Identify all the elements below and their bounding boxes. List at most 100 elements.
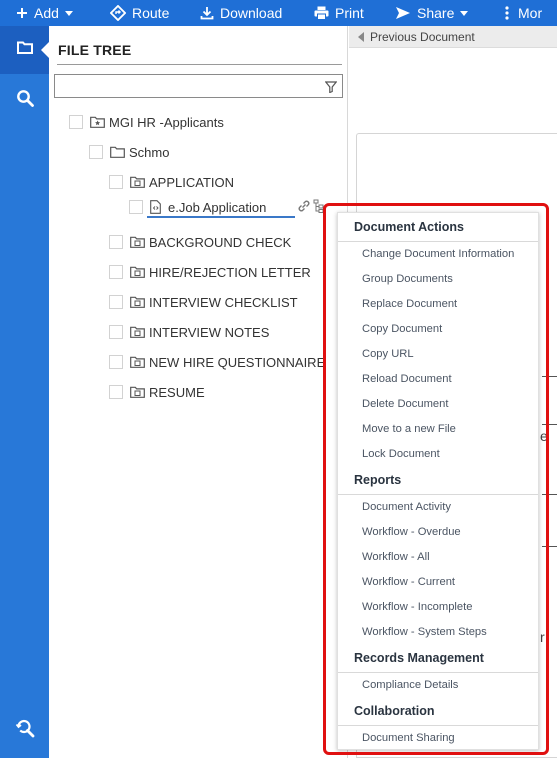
tree-node-interview-notes[interactable]: INTERVIEW NOTES — [109, 322, 269, 342]
section-divider — [338, 725, 538, 726]
section-divider — [338, 494, 538, 495]
menu-item-copy-document[interactable]: Copy Document — [362, 323, 442, 335]
menu-item-copy-url[interactable]: Copy URL — [362, 348, 414, 360]
document-icon — [150, 200, 161, 214]
document-folder-icon — [130, 356, 145, 368]
link-icon[interactable] — [296, 199, 312, 218]
starred-folder-icon — [90, 116, 105, 128]
rail-search-button[interactable] — [0, 89, 49, 112]
menu-item-workflow-overdue[interactable]: Workflow - Overdue — [362, 526, 461, 538]
active-pointer — [41, 42, 49, 58]
clipped-text: e — [540, 428, 548, 444]
menu-item-document-sharing[interactable]: Document Sharing — [362, 732, 455, 744]
menu-item-compliance-details[interactable]: Compliance Details — [362, 679, 458, 691]
row-checkbox[interactable] — [109, 325, 123, 339]
print-button[interactable]: Print — [314, 0, 364, 26]
tree-node-resume[interactable]: RESUME — [109, 382, 205, 402]
tree-node-label: RESUME — [149, 384, 205, 400]
tree-node-label: APPLICATION — [149, 174, 235, 190]
tree-node-hire-rejection[interactable]: HIRE/REJECTION LETTER — [109, 262, 311, 282]
tree-node-label: MGI HR -Applicants — [109, 114, 224, 130]
route-diamond-icon — [110, 5, 126, 21]
tree-node-background-check[interactable]: BACKGROUND CHECK — [109, 232, 291, 252]
funnel-icon[interactable] — [324, 80, 338, 98]
row-checkbox[interactable] — [129, 200, 143, 214]
row-checkbox[interactable] — [69, 115, 83, 129]
document-folder-icon — [130, 296, 145, 308]
plus-icon — [16, 7, 28, 19]
tree-node-root[interactable]: MGI HR -Applicants — [69, 112, 224, 132]
section-divider — [338, 241, 538, 242]
menu-item-delete-document[interactable]: Delete Document — [362, 398, 448, 410]
hierarchy-icon[interactable] — [313, 199, 325, 218]
tree-node-label: HIRE/REJECTION LETTER — [149, 264, 311, 280]
tree-node-label: Schmo — [129, 144, 170, 160]
field-line — [542, 376, 557, 377]
row-checkbox[interactable] — [89, 145, 103, 159]
row-actions — [296, 199, 325, 218]
row-checkbox[interactable] — [109, 355, 123, 369]
menu-item-workflow-incomplete[interactable]: Workflow - Incomplete — [362, 601, 472, 613]
previous-document-button[interactable]: Previous Document — [349, 26, 557, 48]
menu-item-workflow-all[interactable]: Workflow - All — [362, 551, 430, 563]
menu-item-change-document-information[interactable]: Change Document Information — [362, 248, 514, 260]
add-label: Add — [34, 5, 59, 21]
download-button[interactable]: Download — [200, 0, 282, 26]
selected-row-indicator — [147, 216, 295, 218]
row-checkbox[interactable] — [109, 295, 123, 309]
top-toolbar: Add Route Download Print Share Mor — [0, 0, 557, 26]
menu-item-reload-document[interactable]: Reload Document — [362, 373, 452, 385]
tree-node-label: NEW HIRE QUESTIONNAIRE — [149, 354, 326, 370]
document-folder-icon — [130, 236, 145, 248]
search-refresh-icon — [15, 718, 35, 743]
previous-document-label: Previous Document — [370, 29, 475, 44]
tree-node-label: e.Job Application — [168, 199, 267, 215]
print-label: Print — [335, 5, 364, 21]
tree-node-label: INTERVIEW NOTES — [149, 324, 270, 340]
tree-node-document[interactable]: e.Job Application — [129, 197, 266, 217]
section-heading-records-management: Records Management — [354, 651, 484, 665]
download-label: Download — [220, 5, 283, 21]
tree-node-label: BACKGROUND CHECK — [149, 234, 292, 250]
menu-item-lock-document[interactable]: Lock Document — [362, 448, 440, 460]
field-line — [542, 494, 557, 495]
menu-item-group-documents[interactable]: Group Documents — [362, 273, 453, 285]
field-line — [542, 546, 557, 547]
document-folder-icon — [130, 386, 145, 398]
chevron-down-icon — [460, 10, 469, 16]
row-checkbox[interactable] — [109, 235, 123, 249]
document-folder-icon — [130, 176, 145, 188]
folder-icon — [110, 146, 125, 158]
route-button[interactable]: Route — [110, 0, 169, 26]
share-button[interactable]: Share — [395, 0, 469, 26]
app-window: Add Route Download Print Share Mor FILE … — [0, 0, 557, 758]
document-folder-icon — [130, 266, 145, 278]
more-label: Mor — [518, 5, 543, 21]
route-label: Route — [132, 5, 170, 21]
field-line — [542, 424, 557, 425]
tree-filter-input[interactable] — [54, 74, 343, 98]
printer-icon — [314, 6, 329, 20]
folder-icon — [16, 41, 33, 59]
menu-item-replace-document[interactable]: Replace Document — [362, 298, 457, 310]
tree-node-new-hire-questionnaire[interactable]: NEW HIRE QUESTIONNAIRE — [109, 352, 325, 372]
tree-node-interview-checklist[interactable]: INTERVIEW CHECKLIST — [109, 292, 298, 312]
search-icon — [16, 89, 34, 112]
menu-item-move-to-new-file[interactable]: Move to a new File — [362, 423, 456, 435]
add-button[interactable]: Add — [16, 0, 73, 26]
chevron-down-icon — [64, 10, 73, 16]
more-button[interactable]: Mor — [505, 0, 542, 26]
section-heading-collaboration: Collaboration — [354, 704, 435, 718]
row-checkbox[interactable] — [109, 265, 123, 279]
vertical-ellipsis-icon — [505, 6, 509, 20]
row-checkbox[interactable] — [109, 175, 123, 189]
row-checkbox[interactable] — [109, 385, 123, 399]
section-divider — [338, 672, 538, 673]
menu-item-document-activity[interactable]: Document Activity — [362, 501, 451, 513]
rail-refresh-search-button[interactable] — [0, 718, 49, 743]
tree-node-folder[interactable]: Schmo — [89, 142, 169, 162]
menu-item-workflow-current[interactable]: Workflow - Current — [362, 576, 455, 588]
tree-node-application[interactable]: APPLICATION — [109, 172, 234, 192]
nav-rail — [0, 26, 49, 758]
menu-item-workflow-system-steps[interactable]: Workflow - System Steps — [362, 626, 487, 638]
